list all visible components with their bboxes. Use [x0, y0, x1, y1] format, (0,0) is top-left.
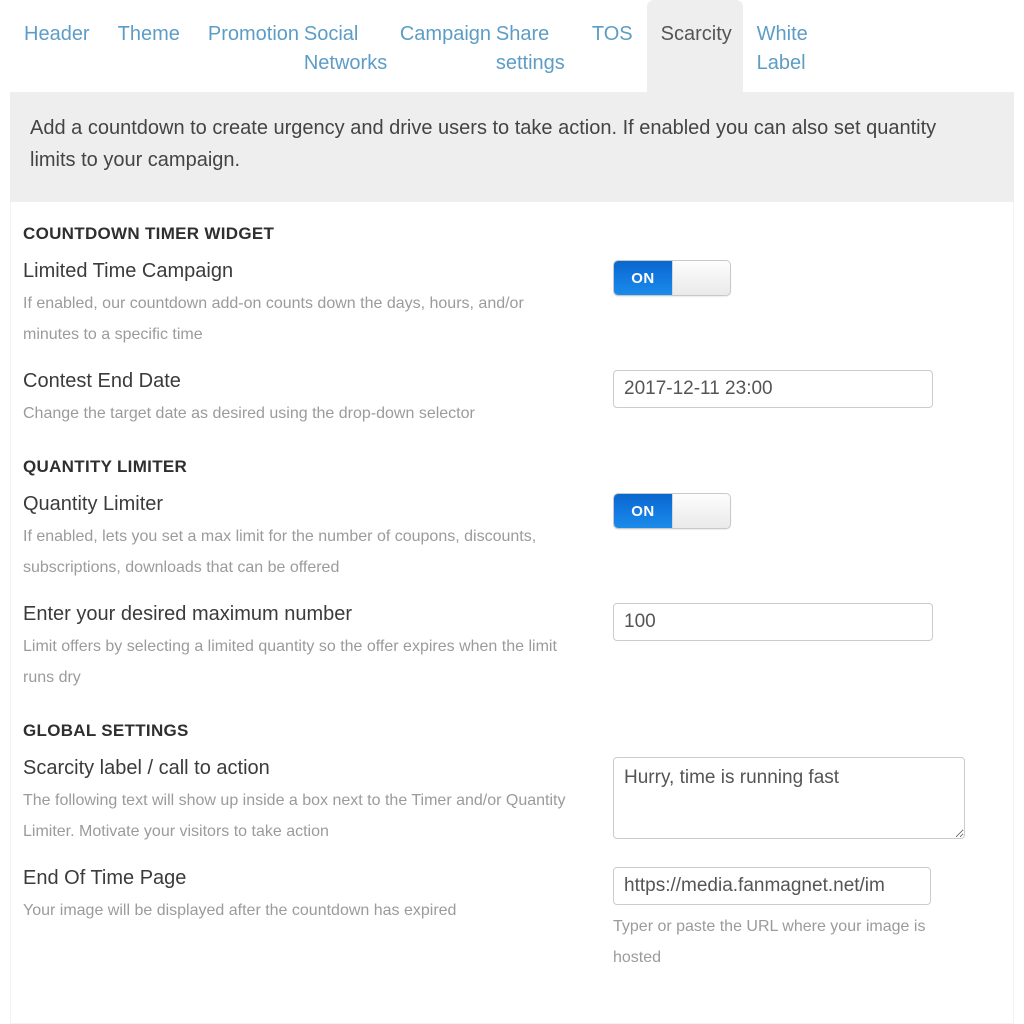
contest-end-date-input[interactable] — [613, 370, 933, 408]
row-left-maximum-number: Enter your desired maximum number Limit … — [23, 601, 613, 693]
label-limited-time-campaign: Limited Time Campaign — [23, 260, 234, 282]
tab-campaign[interactable]: Campaign — [386, 0, 491, 57]
tab-promotion[interactable]: Promotion — [194, 0, 299, 57]
toggle-on-label-limited-time-campaign: ON — [614, 261, 672, 295]
row-right-scarcity-label — [613, 755, 1001, 844]
row-end-of-time-page: End Of Time Page Your image will be disp… — [11, 865, 1013, 973]
toggle-quantity-limiter[interactable]: ON — [613, 493, 731, 529]
row-maximum-number: Enter your desired maximum number Limit … — [11, 601, 1013, 693]
toggle-knob-limited-time-campaign[interactable] — [672, 261, 730, 295]
help-end-of-time-page-url: Typer or paste the URL where your image … — [613, 918, 926, 966]
help-end-of-time-page: Your image will be displayed after the c… — [23, 902, 457, 919]
tab-social-networks[interactable]: Social Networks — [290, 0, 387, 86]
section-heading-quantity-limiter: QUANTITY LIMITER — [23, 457, 188, 476]
row-left-end-of-time-page: End Of Time Page Your image will be disp… — [23, 865, 613, 926]
help-limited-time-campaign: If enabled, our countdown add-on counts … — [23, 295, 524, 343]
section-heading-countdown-timer-widget: COUNTDOWN TIMER WIDGET — [23, 224, 275, 243]
tab-tos[interactable]: TOS — [578, 0, 647, 57]
row-left-quantity-limiter: Quantity Limiter If enabled, lets you se… — [23, 491, 613, 583]
toggle-limited-time-campaign[interactable]: ON — [613, 260, 731, 296]
banner-text: Add a countdown to create urgency and dr… — [30, 117, 937, 171]
label-quantity-limiter: Quantity Limiter — [23, 493, 164, 515]
tab-white-label[interactable]: White Label — [743, 0, 839, 86]
tab-bar: Header Theme Promotion Social Networks C… — [0, 0, 1024, 92]
row-contest-end-date: Contest End Date Change the target date … — [11, 368, 1013, 429]
help-contest-end-date: Change the target date as desired using … — [23, 405, 475, 422]
row-limited-time-campaign: Limited Time Campaign If enabled, our co… — [11, 258, 1013, 350]
help-quantity-limiter: If enabled, lets you set a max limit for… — [23, 528, 537, 576]
maximum-number-input[interactable] — [613, 603, 933, 641]
toggle-knob-quantity-limiter[interactable] — [672, 494, 730, 528]
label-scarcity-label: Scarcity label / call to action — [23, 757, 270, 779]
tab-header[interactable]: Header — [10, 0, 104, 57]
help-scarcity-label: The following text will show up inside a… — [23, 792, 566, 840]
section-heading-global-settings: GLOBAL SETTINGS — [23, 721, 189, 740]
row-quantity-limiter: Quantity Limiter If enabled, lets you se… — [11, 491, 1013, 583]
tab-scarcity[interactable]: Scarcity — [646, 0, 743, 92]
tab-share-settings[interactable]: Share settings — [482, 0, 578, 86]
scarcity-label-textarea[interactable] — [613, 757, 965, 839]
tab-theme[interactable]: Theme — [104, 0, 194, 57]
row-right-end-of-time-page: Typer or paste the URL where your image … — [613, 865, 1001, 973]
label-contest-end-date: Contest End Date — [23, 370, 181, 392]
row-right-maximum-number — [613, 601, 1001, 641]
row-right-contest-end-date — [613, 368, 1001, 408]
section-description-banner: Add a countdown to create urgency and dr… — [10, 92, 1014, 202]
row-right-quantity-limiter: ON — [613, 491, 1001, 529]
row-right-limited-time-campaign: ON — [613, 258, 1001, 296]
label-maximum-number: Enter your desired maximum number — [23, 603, 353, 625]
label-end-of-time-page: End Of Time Page — [23, 867, 187, 889]
row-scarcity-label: Scarcity label / call to action The foll… — [11, 755, 1013, 847]
row-left-scarcity-label: Scarcity label / call to action The foll… — [23, 755, 613, 847]
row-left-limited-time-campaign: Limited Time Campaign If enabled, our co… — [23, 258, 613, 350]
row-left-contest-end-date: Contest End Date Change the target date … — [23, 368, 613, 429]
end-of-time-page-url-input[interactable] — [613, 867, 931, 905]
settings-panel: COUNTDOWN TIMER WIDGET Limited Time Camp… — [10, 202, 1014, 1024]
help-maximum-number: Limit offers by selecting a limited quan… — [23, 638, 557, 686]
toggle-on-label-quantity-limiter: ON — [614, 494, 672, 528]
